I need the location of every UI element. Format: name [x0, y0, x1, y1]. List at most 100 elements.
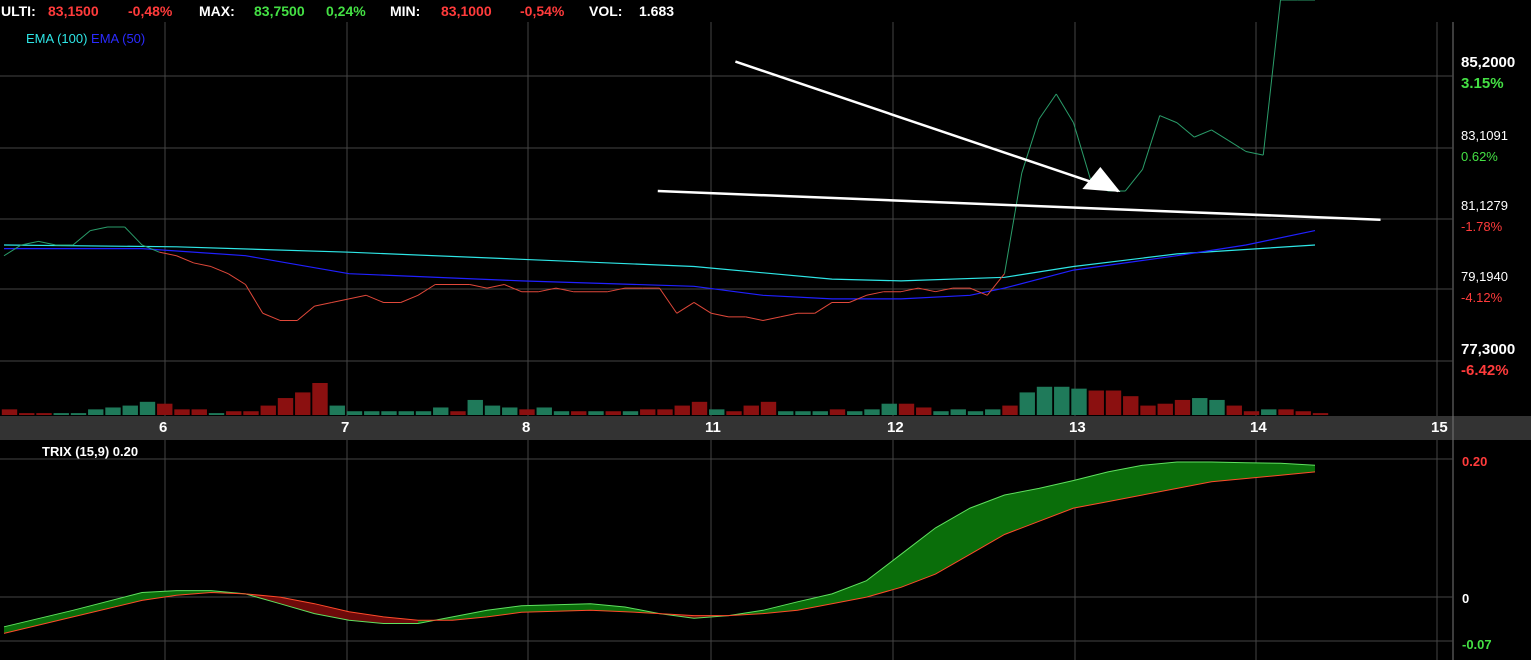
- volume-bar: [415, 411, 432, 415]
- volume-bar: [243, 411, 259, 415]
- price-segment: [1228, 140, 1247, 152]
- price-segment: [814, 302, 833, 314]
- y-axis-pct-label: 0.62%: [1461, 149, 1498, 164]
- trix-fill-segment: [866, 554, 901, 598]
- trix-fill-segment: [4, 610, 73, 634]
- price-segment: [90, 226, 108, 232]
- volume-bar: [1192, 398, 1208, 415]
- volume-bar: [1261, 409, 1277, 415]
- volume-bar: [312, 383, 328, 415]
- price-segment: [1124, 169, 1143, 192]
- volume-bar: [36, 413, 52, 415]
- x-tick-label: 7: [341, 419, 349, 436]
- volume-bar: [1278, 409, 1294, 415]
- volume-bar: [329, 405, 345, 415]
- price-segment: [866, 291, 884, 296]
- volume-bar: [622, 411, 639, 415]
- trix-fill-segment: [1142, 462, 1177, 495]
- price-segment: [1194, 129, 1212, 138]
- chart-canvas[interactable]: 85,2000 3.15% 83,1091 0.62% 81,1279 -1.78% 79,…: [0, 0, 1531, 660]
- volume-bar: [88, 409, 104, 415]
- x-tick-label: 15: [1431, 419, 1448, 436]
- price-segment: [176, 255, 194, 264]
- volume-bar: [157, 403, 173, 415]
- volume-bar: [1209, 399, 1225, 415]
- price-segment: [417, 284, 436, 296]
- volume-bar: [381, 411, 397, 415]
- volume-bar: [174, 409, 190, 415]
- price-segment: [3, 244, 22, 257]
- y-axis-price-label: 77,3000: [1461, 341, 1515, 358]
- volume-bar: [260, 405, 276, 415]
- price-segment: [504, 284, 522, 293]
- price-segment: [986, 273, 1005, 296]
- volume-bar: [1071, 388, 1087, 415]
- price-segment: [486, 284, 505, 289]
- trix-fill-segment: [383, 616, 418, 624]
- trix-title: TRIX (15,9) 0.20: [42, 444, 139, 459]
- volume-bar: [829, 409, 846, 415]
- x-tick-label: 14: [1250, 419, 1267, 436]
- volume-bar: [105, 407, 121, 415]
- trix-fill-segment: [487, 605, 522, 617]
- price-segment: [780, 312, 798, 318]
- price-segment: [711, 312, 729, 318]
- trix-y-label: -0.07: [1462, 637, 1492, 652]
- trix-fill-segment: [314, 603, 349, 621]
- volume-bar: [674, 405, 690, 415]
- volume-bar: [53, 413, 69, 415]
- volume-bar: [364, 411, 380, 415]
- price-segment: [1176, 122, 1195, 138]
- volume-bar: [1226, 405, 1242, 415]
- volume-bar: [536, 407, 552, 415]
- price-segment: [1142, 115, 1161, 170]
- trix-fill-segment: [797, 593, 832, 611]
- volume-bar: [1019, 392, 1035, 415]
- volume-bar: [226, 411, 242, 415]
- price-segment: [193, 262, 212, 268]
- volume-bar: [1140, 405, 1156, 415]
- volume-bar: [916, 407, 932, 415]
- volume-bar: [1036, 386, 1053, 415]
- price-segment: [1159, 115, 1178, 124]
- x-axis-band: [0, 416, 1531, 440]
- price-segment: [762, 316, 781, 321]
- volume-bar: [640, 409, 656, 415]
- price-segment: [296, 305, 315, 321]
- price-segment: [21, 240, 39, 246]
- price-segment: [1245, 151, 1264, 156]
- x-tick-label: 12: [887, 419, 904, 436]
- price-segment: [1055, 93, 1074, 123]
- y-axis-price-label: 85,2000: [1461, 54, 1515, 71]
- price-segment: [693, 302, 712, 314]
- volume-bar: [502, 407, 518, 415]
- volume-bar: [985, 409, 1001, 415]
- price-segment: [400, 294, 419, 303]
- volume-bar: [847, 411, 863, 415]
- volume-bar: [208, 413, 225, 415]
- x-tick-label: 6: [159, 419, 167, 436]
- price-segment: [469, 284, 488, 289]
- volume-bar: [19, 413, 35, 415]
- volume-bar: [691, 401, 708, 415]
- volume-bar: [760, 401, 777, 415]
- price-segment: [262, 312, 281, 321]
- y-axis-price-label: 81,1279: [1461, 198, 1508, 213]
- trix-y-label: 0.20: [1462, 454, 1487, 469]
- volume-bar: [467, 399, 483, 415]
- volume-bar: [1002, 405, 1018, 415]
- price-segment: [1073, 122, 1092, 181]
- price-segment: [1004, 172, 1023, 274]
- volume-bar: [933, 411, 949, 415]
- price-segment: [1038, 93, 1057, 120]
- price-segment: [1262, 0, 1281, 156]
- price-segment: [676, 302, 695, 314]
- y-axis-price-label: 83,1091: [1461, 128, 1508, 143]
- volume-bar: [277, 398, 294, 415]
- price-segment: [210, 266, 229, 275]
- volume-bar: [726, 411, 742, 415]
- volume-bar: [950, 409, 966, 415]
- y-axis-pct-label: 3.15%: [1461, 75, 1504, 92]
- volume-bar: [1088, 390, 1104, 415]
- volume-bar: [812, 411, 828, 415]
